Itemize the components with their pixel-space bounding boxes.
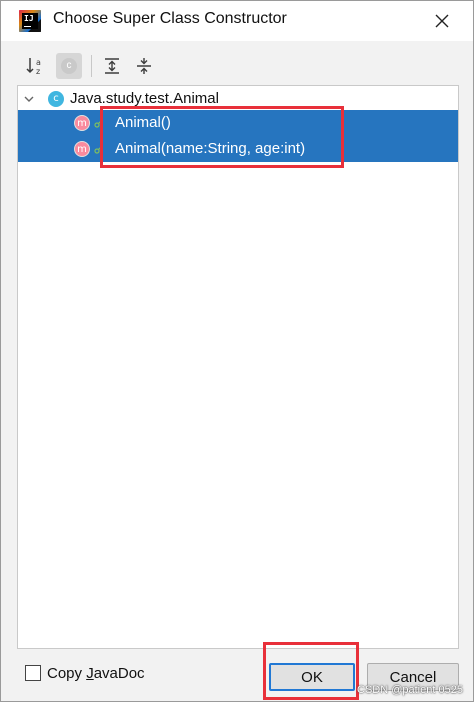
dialog-title: Choose Super Class Constructor (53, 10, 287, 27)
chevron-down-icon[interactable] (22, 92, 36, 106)
copy-javadoc-checkbox[interactable] (25, 665, 41, 681)
method-icon: m (74, 115, 90, 131)
collapse-all-button[interactable] (131, 53, 157, 79)
copy-javadoc-checkbox-row[interactable]: Copy JavaDoc (25, 663, 145, 683)
collapse-all-icon (137, 58, 151, 74)
toolbar-separator (91, 55, 92, 77)
toolbar: a z c (1, 41, 473, 85)
copy-javadoc-label-suffix: avaDoc (93, 664, 145, 682)
title-bar: IJ Choose Super Class Constructor (1, 1, 473, 41)
watermark: CSDN @patient 0525 (357, 684, 463, 696)
copy-javadoc-label: Copy JavaDoc (47, 665, 145, 682)
sort-alpha-icon: a z (26, 58, 41, 76)
constructor-tree[interactable]: c Java.study.test.Animal m Animal() m An… (17, 85, 459, 649)
copy-javadoc-label-prefix: Copy (47, 664, 87, 682)
class-name-label: Java.study.test.Animal (70, 90, 219, 107)
close-button[interactable] (425, 5, 459, 37)
annotation-highlight-constructors (100, 106, 344, 168)
class-icon: c (48, 91, 64, 107)
method-icon: m (74, 141, 90, 157)
class-icon: c (61, 58, 77, 74)
copy-javadoc-mnemonic: J (86, 664, 94, 682)
intellij-app-icon: IJ (19, 10, 41, 32)
svg-text:z: z (36, 67, 40, 76)
expand-all-icon (105, 58, 119, 74)
choose-super-class-constructor-dialog: IJ Choose Super Class Constructor a z c (0, 0, 474, 702)
svg-text:a: a (36, 58, 41, 67)
sort-alphabetically-button[interactable]: a z (23, 53, 49, 79)
close-icon (435, 14, 449, 28)
expand-all-button[interactable] (99, 53, 125, 79)
show-classes-toggle[interactable]: c (56, 53, 82, 79)
annotation-highlight-ok (263, 642, 359, 700)
